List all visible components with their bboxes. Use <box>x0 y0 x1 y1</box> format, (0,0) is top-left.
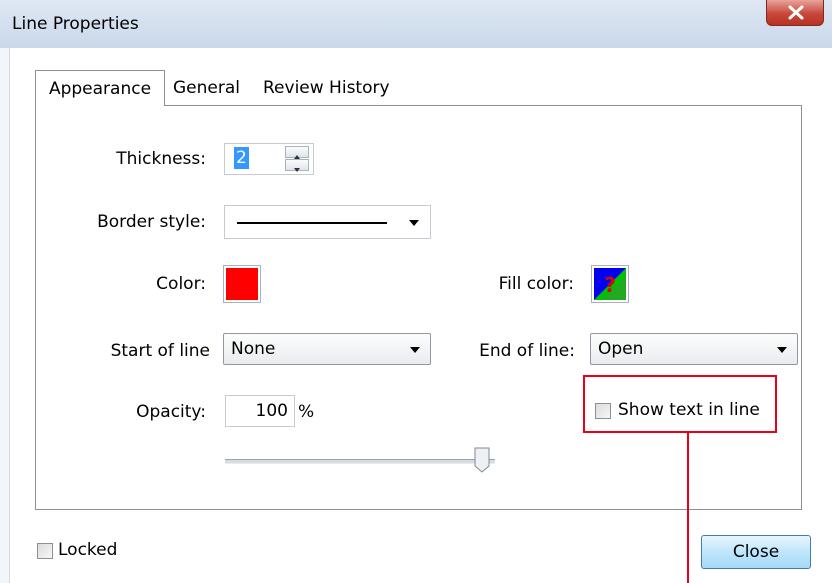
window-title: Line Properties <box>12 14 139 34</box>
opacity-slider-thumb[interactable] <box>474 447 490 473</box>
opacity-unit: % <box>298 402 315 422</box>
spin-up-button[interactable] <box>285 146 309 159</box>
thickness-stepper[interactable]: 2 <box>224 143 314 175</box>
solid-line-preview <box>237 222 387 224</box>
close-button[interactable]: Close <box>701 535 811 569</box>
start-of-line-label: Start of line <box>110 341 210 361</box>
fill-question-glyph: ? <box>604 273 616 297</box>
locked-label[interactable]: Locked <box>58 540 117 560</box>
tab-general[interactable]: General <box>173 70 240 106</box>
chevron-down-icon <box>409 220 419 226</box>
locked-checkbox[interactable] <box>37 543 53 559</box>
opacity-input[interactable]: 100 <box>225 395 295 427</box>
tab-appearance[interactable]: Appearance <box>35 70 165 106</box>
chevron-down-icon <box>410 347 420 353</box>
start-of-line-select[interactable]: None <box>223 333 431 365</box>
tab-review-history[interactable]: Review History <box>263 70 390 106</box>
highlight-callout-line <box>687 433 689 583</box>
arrow-down-icon <box>294 168 300 172</box>
close-icon <box>788 5 804 20</box>
opacity-label: Opacity: <box>136 402 206 422</box>
highlight-callout-box <box>583 375 777 433</box>
border-style-label: Border style: <box>97 212 206 232</box>
thickness-value[interactable]: 2 <box>234 147 249 169</box>
end-of-line-label: End of line: <box>479 341 575 361</box>
spin-down-button[interactable] <box>285 159 309 172</box>
color-label: Color: <box>156 274 206 294</box>
opacity-value: 100 <box>255 401 288 421</box>
window-left-edge <box>0 48 10 583</box>
thickness-spin-buttons <box>285 146 311 172</box>
opacity-slider-track[interactable] <box>225 459 495 464</box>
fill-color-label: Fill color: <box>498 274 574 294</box>
thickness-label: Thickness: <box>116 149 206 169</box>
border-style-dropdown[interactable] <box>224 205 431 239</box>
end-of-line-value: Open <box>598 339 644 359</box>
end-of-line-select[interactable]: Open <box>590 333 798 365</box>
no-fill-icon: ? <box>594 268 626 300</box>
fill-color-picker-button[interactable]: ? <box>591 265 629 303</box>
start-of-line-value: None <box>231 339 276 359</box>
title-bar: Line Properties <box>0 0 832 48</box>
color-swatch <box>226 268 258 300</box>
chevron-down-icon <box>777 347 787 353</box>
color-picker-button[interactable] <box>223 265 261 303</box>
window-close-button[interactable] <box>766 0 824 26</box>
